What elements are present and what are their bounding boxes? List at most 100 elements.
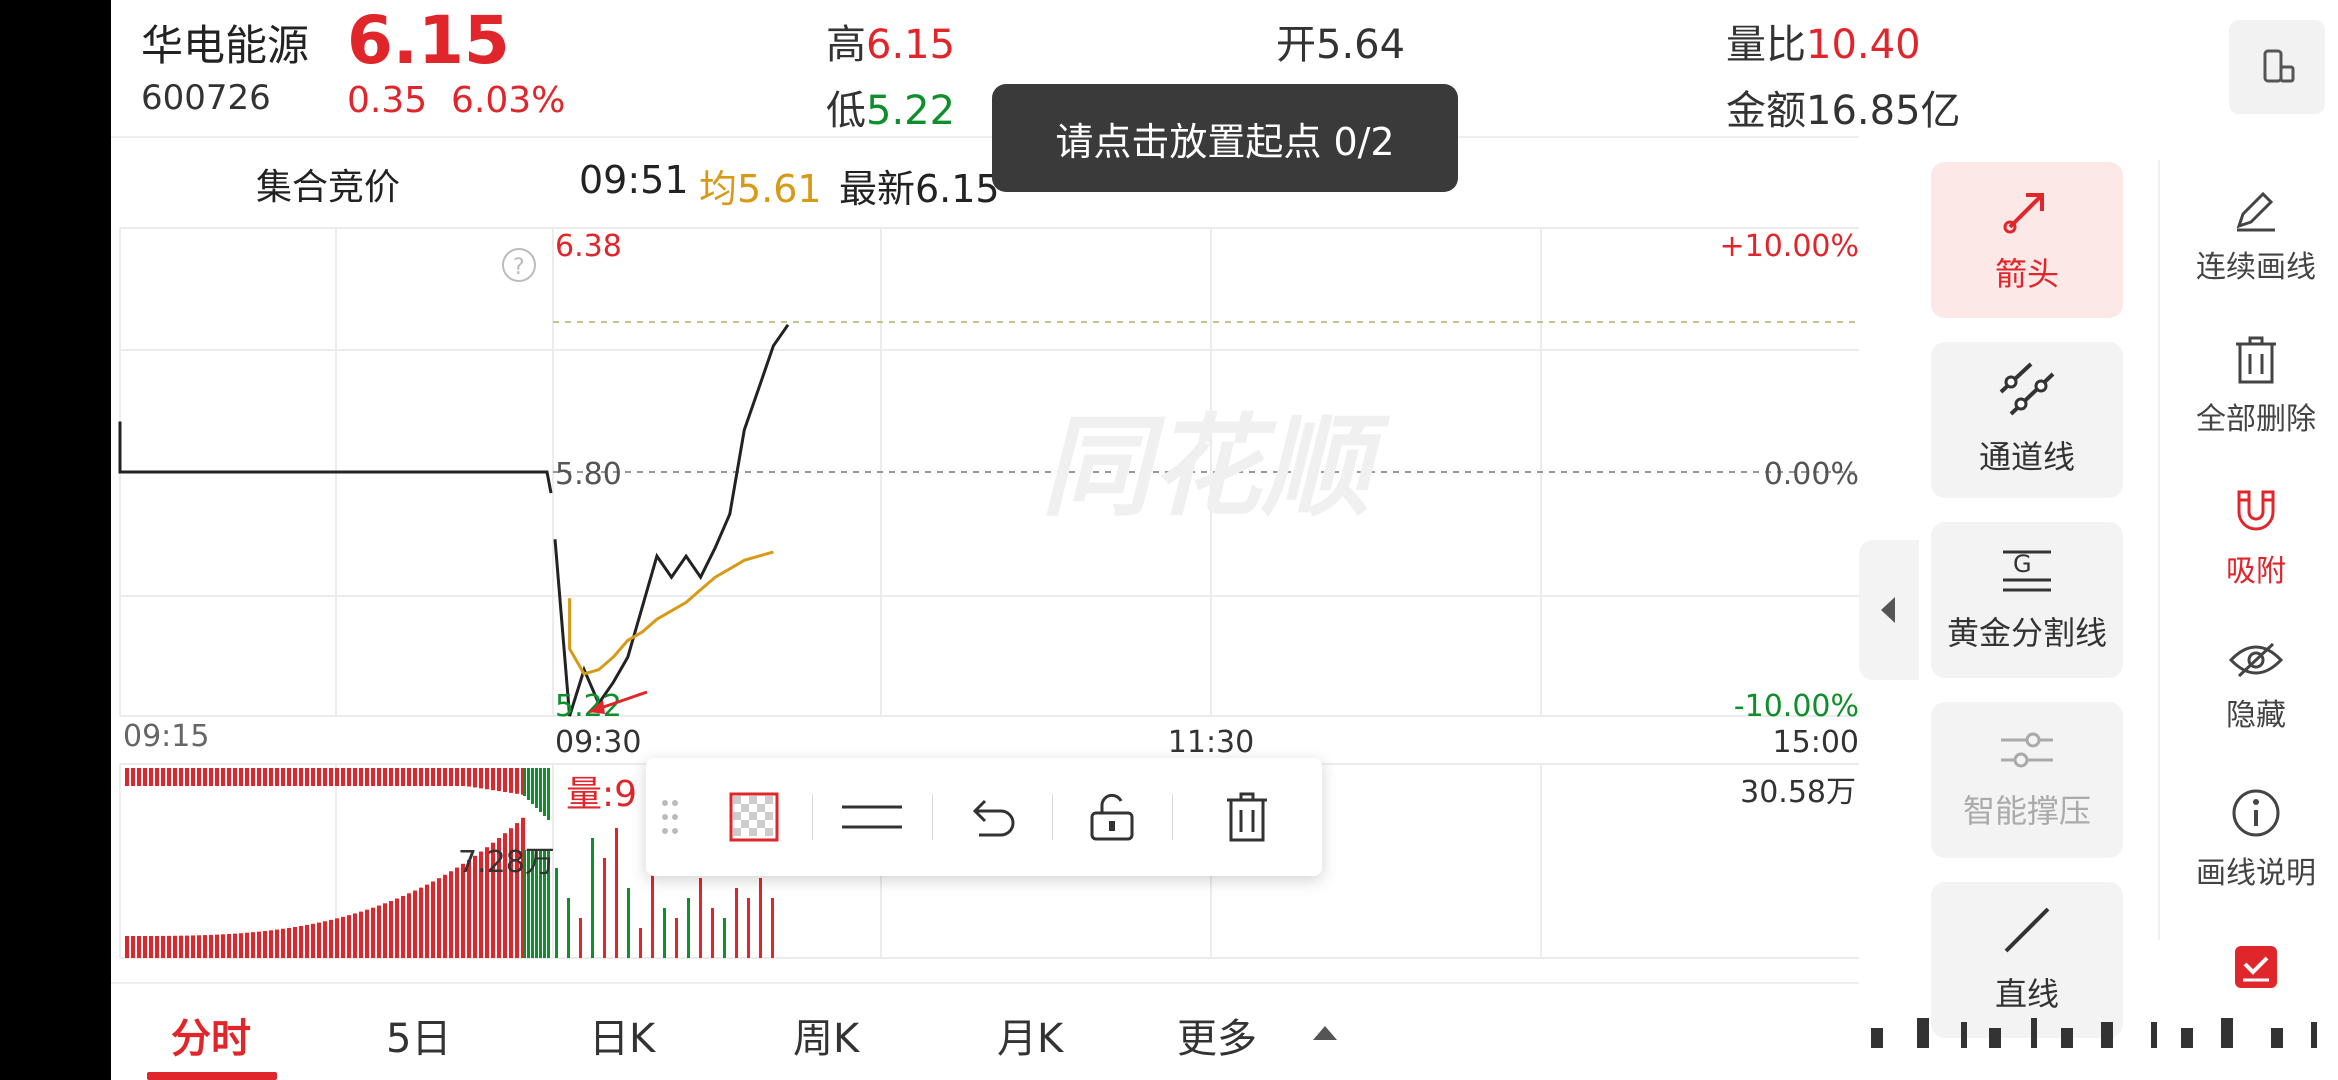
auction-bar-top	[347, 768, 351, 786]
auction-bar-bottom	[419, 887, 423, 958]
auction-bar-bottom	[281, 928, 285, 958]
auction-bar-top	[509, 768, 513, 793]
straight-line-icon	[2004, 907, 2050, 953]
continuous-draw-button[interactable]: 连续画线	[2171, 186, 2338, 286]
auction-bar-bottom	[377, 905, 381, 958]
auction-bar-top	[239, 768, 243, 786]
tab-monthly-k[interactable]: 月K	[997, 1006, 1063, 1064]
auction-bar-top	[245, 768, 249, 786]
undo-icon[interactable]	[932, 758, 1052, 876]
chevron-up-icon[interactable]	[1311, 1024, 1339, 1042]
auction-bar-bottom	[383, 903, 387, 958]
collapse-panel-button[interactable]	[1859, 540, 1919, 680]
auction-bar-top	[383, 768, 387, 786]
auction-bar-top	[335, 768, 339, 786]
arrow-icon	[2003, 193, 2044, 234]
auction-bar-top	[287, 768, 291, 786]
tab-weekly-k[interactable]: 周K	[793, 1006, 859, 1064]
volume-bar	[615, 828, 618, 958]
placement-hint-toast: 请点击放置起点 0/2	[992, 84, 1458, 192]
tool-channel-line[interactable]: 通道线	[1931, 342, 2123, 498]
auction-bar-top	[443, 768, 447, 786]
checkbox-icon	[2235, 946, 2277, 988]
tab-daily-k[interactable]: 日K	[589, 1006, 655, 1064]
hide-drawings-button[interactable]: 隐藏	[2171, 640, 2338, 734]
tool-arrow[interactable]: 箭头	[1931, 162, 2123, 318]
auction-bar-bottom	[347, 915, 351, 958]
auction-bar-bottom	[251, 932, 255, 958]
auction-bar-bottom	[449, 871, 453, 958]
average-price-line	[568, 550, 774, 676]
auction-bar-bottom	[443, 874, 447, 958]
auction-bar-bottom	[515, 823, 519, 958]
volume-bar	[663, 908, 666, 958]
auction-bar-top	[125, 768, 129, 786]
auction-bar-bottom	[233, 933, 237, 958]
y-tick-label: 5.22	[555, 689, 622, 724]
fill-pattern-icon[interactable]	[696, 758, 812, 876]
confirm-checkbox-button[interactable]	[2171, 944, 2338, 990]
auction-bar-top	[299, 768, 303, 786]
tab-more[interactable]: 更多	[1177, 1006, 1257, 1064]
landscape-toggle-button[interactable]	[2229, 20, 2325, 114]
auction-bar-top	[341, 768, 345, 786]
auction-bar-top	[257, 768, 261, 786]
tool-golden-ratio[interactable]: G 黄金分割线	[1931, 522, 2123, 678]
magnet-snap-button[interactable]: 吸附	[2171, 488, 2338, 590]
auction-bar-bottom	[431, 881, 435, 958]
auction-bar-bottom	[245, 932, 249, 958]
help-icon-glyph: ?	[513, 255, 525, 280]
auction-bar-bottom	[137, 935, 141, 958]
volume-bar	[651, 868, 654, 958]
auction-bar-top	[485, 768, 489, 790]
auction-bar-top	[137, 768, 141, 786]
auction-bar-bottom	[335, 918, 339, 958]
volume-bar	[591, 838, 594, 958]
active-tab-indicator	[147, 1072, 277, 1080]
tool-label: 通道线	[1978, 438, 2075, 476]
line-style-icon[interactable]	[812, 758, 932, 876]
period-tabs: 分时 5日 日K 周K 月K 更多	[111, 982, 1859, 1080]
auction-bar-top	[209, 768, 213, 786]
auction-bar-bottom	[389, 900, 393, 958]
auction-bar-top	[503, 768, 507, 792]
auction-bar-top	[461, 768, 465, 786]
auction-bar-bottom	[149, 935, 153, 958]
pencil-icon	[2236, 191, 2275, 232]
delete-icon[interactable]	[1172, 758, 1322, 876]
volume-bar	[771, 898, 774, 958]
auction-bar-bottom	[323, 921, 327, 958]
auction-bar-top	[269, 768, 273, 786]
auction-bar-top	[401, 768, 405, 786]
volume-bar	[711, 908, 714, 958]
tool-support-pressure[interactable]: 智能撑压	[1931, 702, 2123, 858]
auction-bar-top	[449, 768, 453, 786]
price-line	[553, 323, 790, 717]
info-icon	[2232, 789, 2280, 837]
unlock-icon[interactable]	[1052, 758, 1172, 876]
auction-bar-top	[305, 768, 309, 786]
auction-bar-bottom	[239, 933, 243, 958]
auction-bar-bottom	[299, 925, 303, 958]
drag-handle-icon[interactable]	[652, 758, 688, 876]
trash-icon	[2236, 336, 2276, 384]
drawing-help-button[interactable]: 画线说明	[2171, 788, 2338, 892]
side-label: 画线说明	[2196, 856, 2316, 891]
app-screen: 华电能源 600726 6.15 0.35 6.03% 高6.15 低5.22 …	[111, 0, 2338, 1080]
channel-line-icon	[1999, 362, 2055, 416]
auction-bar-top	[203, 768, 207, 786]
auction-bar-top	[523, 768, 526, 796]
drawing-toolbar	[646, 758, 1322, 876]
delete-all-button[interactable]: 全部删除	[2171, 336, 2338, 438]
auction-bar-bottom	[395, 898, 399, 958]
volume-bar	[723, 918, 726, 958]
tab-intraday[interactable]: 分时	[171, 1006, 251, 1064]
auction-bar-bottom	[155, 935, 159, 958]
tab-5day[interactable]: 5日	[386, 1006, 451, 1064]
auction-bar-bottom	[125, 936, 129, 958]
auction-bar-bottom	[269, 930, 273, 958]
volume-max-label: 30.58万	[1740, 775, 1856, 810]
auction-bar-top	[131, 768, 135, 786]
auction-bar-bottom	[227, 933, 231, 958]
auction-bar-top	[497, 768, 501, 792]
